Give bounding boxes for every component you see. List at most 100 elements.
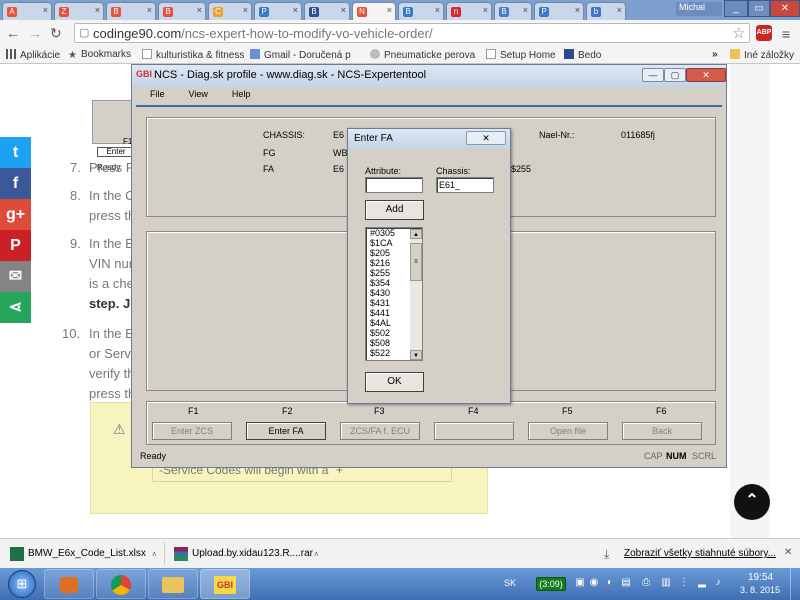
browser-tab[interactable]: P × [534, 2, 584, 20]
tab-close-icon[interactable]: × [293, 5, 298, 15]
browser-tab[interactable]: B × [494, 2, 532, 20]
browser-tab[interactable]: P × [254, 2, 302, 20]
pinterest-icon[interactable]: P [0, 230, 31, 261]
address-bar[interactable]: ▢ codinge90.com/ncs-expert-how-to-modify… [74, 23, 750, 43]
browser-tab[interactable]: B × [398, 2, 444, 20]
tab-close-icon[interactable]: × [147, 5, 152, 15]
bookmark-item[interactable]: kulturistika & fitness [142, 49, 244, 61]
tray-badge[interactable]: (3:09) [536, 577, 566, 591]
browser-tab[interactable]: Z × [54, 2, 104, 20]
profile-button[interactable]: Michal [676, 2, 722, 16]
tab-close-icon[interactable]: × [387, 5, 392, 15]
browser-tab[interactable]: B × [158, 2, 206, 20]
tray-app-icon[interactable]: ▣ [574, 577, 586, 589]
browser-tab[interactable]: B × [106, 2, 156, 20]
chevron-up-icon[interactable]: ˄ [152, 550, 157, 559]
fkey-button-enter-fa[interactable]: Enter FA [246, 422, 326, 440]
download-item[interactable]: Upload.by.xidau123.R....rar ˄ [172, 545, 324, 565]
show-desktop-button[interactable] [790, 568, 800, 600]
tab-close-icon[interactable]: × [95, 5, 100, 15]
browser-tab[interactable]: C × [208, 2, 252, 20]
bookmark-item[interactable]: Gmail - Doručená p [250, 49, 351, 61]
tray-app-icon[interactable]: ◐ [604, 577, 616, 589]
clock-date[interactable]: 3. 8. 2015 [740, 585, 780, 595]
bookmark-item[interactable]: Setup Home [486, 49, 556, 61]
browser-tab[interactable]: b × [586, 2, 626, 20]
ncs-minimize-button[interactable]: — [642, 68, 664, 82]
tab-close-icon[interactable]: × [341, 5, 346, 15]
tab-close-icon[interactable]: × [435, 5, 440, 15]
menu-file[interactable]: File [150, 89, 165, 99]
volume-icon[interactable]: ♪ [712, 577, 724, 589]
other-bookmarks[interactable]: Iné záložky [730, 49, 794, 61]
twitter-icon[interactable]: t [0, 137, 31, 168]
menu-view[interactable]: View [189, 89, 208, 99]
close-download-bar-icon[interactable]: ✕ [784, 547, 792, 558]
chassis-input[interactable]: E61_ [436, 177, 494, 193]
tray-app-icon[interactable]: ▤ [620, 577, 632, 589]
close-window-button[interactable]: ✕ [770, 0, 800, 17]
ncs-taskbar-icon[interactable]: GBI [200, 569, 250, 599]
scroll-thumb[interactable]: ≡ [410, 243, 422, 281]
reload-icon[interactable]: ↻ [50, 25, 62, 42]
add-button[interactable]: Add [365, 200, 424, 220]
scroll-up-icon[interactable]: ▲ [410, 229, 422, 239]
media-player-icon[interactable] [44, 569, 94, 599]
ncs-close-button[interactable]: ✕ [686, 68, 726, 82]
ok-button[interactable]: OK [365, 372, 424, 392]
chevron-up-icon[interactable]: ˄ [314, 550, 319, 559]
tab-close-icon[interactable]: × [575, 5, 580, 15]
dialog-close-button[interactable]: ✕ [466, 131, 506, 145]
minimize-button[interactable]: _ [724, 0, 748, 17]
language-indicator[interactable]: SK [504, 578, 516, 588]
attribute-input[interactable] [365, 177, 423, 193]
scroll-to-top-button[interactable]: ⌃ [734, 484, 770, 520]
adblock-icon[interactable]: ABP [756, 25, 772, 41]
scroll-down-icon[interactable]: ▼ [410, 350, 422, 360]
email-icon[interactable]: ✉ [0, 261, 31, 292]
bookmark-star-icon[interactable]: ☆ [732, 24, 745, 42]
tab-close-icon[interactable]: × [43, 5, 48, 15]
tray-app-icon[interactable]: ▥ [660, 577, 672, 589]
maximize-button[interactable]: ▭ [748, 0, 770, 17]
menu-help[interactable]: Help [232, 89, 251, 99]
fkey-button-empty[interactable] [434, 422, 514, 440]
tab-close-icon[interactable]: × [523, 5, 528, 15]
tab-close-icon[interactable]: × [197, 5, 202, 15]
browser-tab[interactable]: n × [446, 2, 492, 20]
fkey-button-back[interactable]: Back [622, 422, 702, 440]
browser-tab[interactable]: N × [352, 2, 396, 20]
share-icon[interactable]: ⋖ [0, 292, 31, 323]
chrome-icon[interactable] [96, 569, 146, 599]
bookmarks-overflow[interactable]: » [712, 49, 718, 60]
list-scrollbar[interactable]: ▲ ≡ ▼ [410, 229, 422, 360]
tab-close-icon[interactable]: × [617, 5, 622, 15]
explorer-icon[interactable] [148, 569, 198, 599]
facebook-icon[interactable]: f [0, 168, 31, 199]
apps-bookmark[interactable]: Aplikácie [6, 49, 60, 61]
forward-icon[interactable]: → [28, 25, 42, 41]
start-button[interactable]: ⊞ [8, 570, 36, 598]
signal-icon[interactable]: ▂ [696, 577, 708, 589]
network-icon[interactable]: ⋮ [678, 577, 690, 589]
fkey-button-enter-zcs[interactable]: Enter ZCS [152, 422, 232, 440]
fa-code-list[interactable]: #0305 $1CA $205 $216 $255 $354 $430 $431 $441 $4A… [365, 227, 423, 361]
tab-close-icon[interactable]: × [243, 5, 248, 15]
bookmark-item[interactable]: Bedo [564, 49, 601, 61]
bookmarks-folder[interactable]: ★ Bookmarks [68, 49, 131, 61]
fkey-button-zcs-fa-f-ecu[interactable]: ZCS/FA f. ECU [340, 422, 420, 440]
ncs-maximize-button[interactable]: ▢ [664, 68, 686, 82]
printer-icon[interactable]: ⎙ [640, 577, 652, 589]
browser-tab[interactable]: A × [2, 2, 52, 20]
back-icon[interactable]: ← [6, 25, 20, 41]
bookmark-item[interactable]: Pneumaticke perova [370, 49, 475, 61]
clock-time[interactable]: 19:54 [748, 572, 773, 583]
browser-tab[interactable]: B × [304, 2, 350, 20]
fkey-button-open-file[interactable]: Open file [528, 422, 608, 440]
chrome-menu-icon[interactable]: ≡ [782, 26, 790, 42]
show-all-downloads-link[interactable]: ⤓ Zobraziť všetky stiahnuté súbory... [602, 545, 776, 565]
tray-app-icon[interactable]: ◉ [588, 577, 600, 589]
download-item[interactable]: BMW_E6x_Code_List.xlsx ˄ [8, 545, 160, 565]
google-plus-icon[interactable]: g+ [0, 199, 31, 230]
tab-close-icon[interactable]: × [483, 5, 488, 15]
